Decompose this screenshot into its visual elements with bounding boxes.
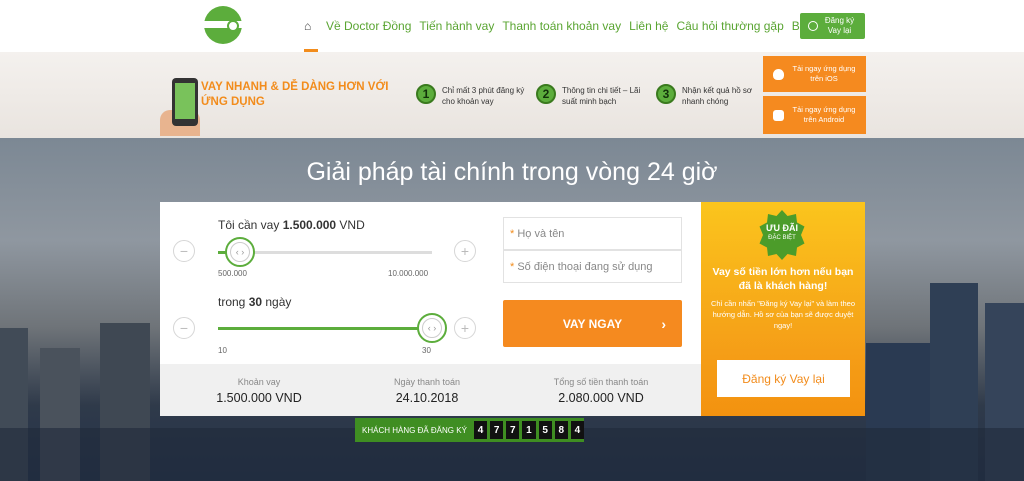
reapply-header-label: Đăng ký Vay lại xyxy=(824,16,855,35)
reapply-button[interactable]: Đăng ký Vay lại xyxy=(717,360,850,397)
counter-digit: 7 xyxy=(490,421,504,439)
phone-field[interactable]: * Số điện thoại đang sử dụng xyxy=(503,250,682,283)
amount-min: 500.000 xyxy=(218,269,247,278)
step-number: 1 xyxy=(416,84,436,104)
step-3: 3 Nhận kết quả hồ sơ nhanh chóng xyxy=(656,84,762,107)
apply-now-label: VAY NGAY xyxy=(562,316,623,331)
full-name-field[interactable]: * Họ và tên xyxy=(503,217,682,250)
term-slider-fill xyxy=(218,327,432,330)
summary-label: Tổng số tiền thanh toán xyxy=(553,377,649,387)
special-offer-badge-text: ƯU ĐÃI ĐẶC BIỆT xyxy=(757,223,807,243)
amount-increase-button[interactable]: + xyxy=(454,240,476,262)
counter-label: KHÁCH HÀNG ĐÃ ĐĂNG KÝ xyxy=(362,425,467,435)
amount-slider[interactable]: ‹ › xyxy=(218,237,432,267)
term-decrease-button[interactable]: − xyxy=(173,317,195,339)
promo-description: Chỉ cần nhấn "Đăng ký Vay lại" và làm th… xyxy=(710,299,855,330)
nav-item-about[interactable]: Về Doctor Đồng xyxy=(326,19,411,33)
brand-logo[interactable] xyxy=(204,6,242,44)
counter-digit: 8 xyxy=(554,421,568,439)
step-text: Thông tin chi tiết – Lãi suất minh bạch xyxy=(562,86,641,106)
counter-digit: 5 xyxy=(538,421,552,439)
step-number: 3 xyxy=(656,84,676,104)
amount-prefix: Tôi cần vay xyxy=(218,218,283,232)
nav-item-faq[interactable]: Câu hỏi thường gặp xyxy=(676,19,783,33)
summary-value: 24.10.2018 xyxy=(395,391,459,405)
required-mark: * xyxy=(510,261,515,273)
chevron-right-icon: › xyxy=(661,315,666,332)
amount-suffix: VND xyxy=(336,218,365,232)
main-nav: ⌂ Về Doctor Đồng Tiến hành vay Thanh toá… xyxy=(304,0,816,52)
android-icon xyxy=(773,109,784,121)
step-text: Nhận kết quả hồ sơ nhanh chóng xyxy=(682,86,753,106)
summary-due-date: Ngày thanh toán 24.10.2018 xyxy=(342,377,512,405)
step-text: Chỉ mất 3 phút đăng ký cho khoản vay xyxy=(442,86,525,106)
android-download-label: Tải ngay ứng dụng trên Android xyxy=(792,105,856,124)
full-name-placeholder: Họ và tên xyxy=(517,228,565,240)
amount-decrease-button[interactable]: − xyxy=(173,240,195,262)
summary-label: Khoản vay xyxy=(237,377,281,387)
summary-total-repayment: Tổng số tiền thanh toán 2.080.000 VND xyxy=(516,377,686,405)
term-value: 30 xyxy=(248,295,263,309)
counter-digit: 4 xyxy=(473,421,488,439)
required-mark: * xyxy=(510,228,515,240)
term-increase-button[interactable]: + xyxy=(454,317,476,339)
hero-title: Giải pháp tài chính trong vòng 24 giờ xyxy=(306,158,718,186)
phone-image xyxy=(172,78,198,126)
term-slider-handle[interactable]: ‹ › xyxy=(417,313,447,343)
ios-download-label: Tải ngay ứng dụng trên iOS xyxy=(792,64,856,83)
summary-loan-amount: Khoản vay 1.500.000 VND xyxy=(174,377,344,405)
step-1: 1 Chỉ mất 3 phút đăng ký cho khoản vay xyxy=(416,84,528,107)
apple-icon xyxy=(773,68,784,80)
user-icon xyxy=(807,21,818,31)
term-slider[interactable]: ‹ › xyxy=(218,313,447,343)
step-number: 2 xyxy=(536,84,556,104)
counter-digit: 4 xyxy=(570,421,584,439)
app-banner-title: VAY NHANH & DỄ DÀNG HƠN VỚI ỨNG DỤNG xyxy=(201,81,389,108)
ios-download-button[interactable]: Tải ngay ứng dụng trên iOS xyxy=(763,56,866,92)
nav-item-contact[interactable]: Liên hệ xyxy=(629,19,668,33)
badge-line-1: ƯU ĐÃI xyxy=(766,223,798,233)
registered-customers-counter: KHÁCH HÀNG ĐÃ ĐĂNG KÝ 4 7 7 1 5 8 4 xyxy=(355,418,584,442)
summary-label: Ngày thanh toán xyxy=(393,377,461,387)
counter-digit: 7 xyxy=(506,421,520,439)
amount-slider-handle[interactable]: ‹ › xyxy=(225,237,255,267)
term-min: 10 xyxy=(218,346,227,355)
term-max: 30 xyxy=(422,346,431,355)
amount-value: 1.500.000 xyxy=(282,218,337,232)
reapply-header-button[interactable]: Đăng ký Vay lại xyxy=(800,13,865,39)
badge-line-2: ĐẶC BIỆT xyxy=(768,235,796,241)
amount-label: Tôi cần vay 1.500.000 VND xyxy=(218,218,365,232)
nav-item-repayment[interactable]: Thanh toán khoản vay xyxy=(502,19,621,33)
step-2: 2 Thông tin chi tiết – Lãi suất minh bạc… xyxy=(536,84,648,107)
counter-digit: 1 xyxy=(522,421,536,439)
amount-max: 10.000.000 xyxy=(388,269,429,278)
top-header: ⌂ Về Doctor Đồng Tiến hành vay Thanh toá… xyxy=(0,0,1024,52)
term-suffix: ngày xyxy=(262,295,292,309)
summary-value: 2.080.000 VND xyxy=(558,391,644,405)
promo-title: Vay số tiền lớn hơn nếu bạn đã là khách … xyxy=(712,266,854,292)
phone-placeholder: Số điện thoại đang sử dụng xyxy=(517,261,653,273)
nav-item-apply[interactable]: Tiến hành vay xyxy=(419,19,494,33)
summary-value: 1.500.000 VND xyxy=(216,391,302,405)
home-icon[interactable]: ⌂ xyxy=(304,0,318,52)
term-prefix: trong xyxy=(218,295,249,309)
android-download-button[interactable]: Tải ngay ứng dụng trên Android xyxy=(763,96,866,134)
apply-now-button[interactable]: VAY NGAY › xyxy=(503,300,682,347)
term-label: trong 30 ngày xyxy=(218,295,291,309)
